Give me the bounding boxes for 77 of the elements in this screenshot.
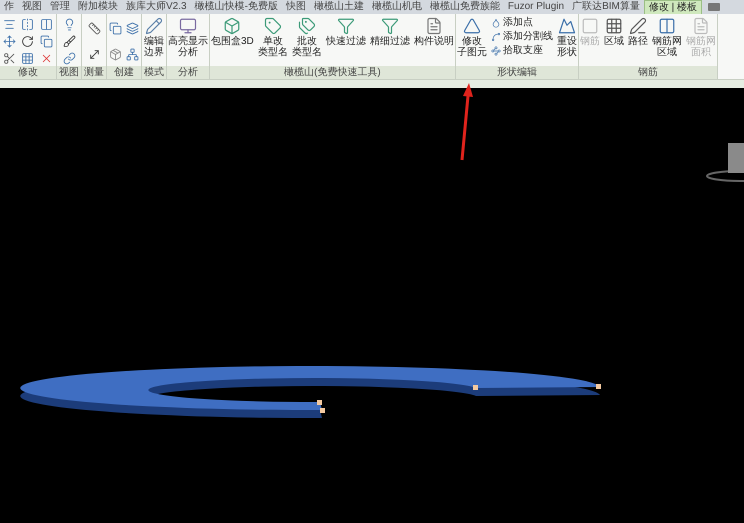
network-icon — [126, 48, 139, 61]
ribbon-tool[interactable]: 钢筋网 区域 — [652, 17, 682, 58]
panel-title: 模式 — [142, 66, 166, 79]
ribbon-tab[interactable]: Fuzor Plugin — [504, 0, 568, 14]
tag-icon — [264, 17, 282, 35]
ribbon-icon-button[interactable] — [2, 52, 16, 66]
brush-icon — [62, 34, 76, 48]
mountain-icon — [558, 17, 576, 35]
panel-title: 修改 — [0, 66, 56, 79]
ribbon-tool[interactable]: 添加分割线 — [490, 31, 553, 43]
panel-title: 形状编辑 — [456, 66, 578, 79]
ribbon-icon-button[interactable] — [62, 34, 76, 49]
funnel-icon — [336, 17, 355, 35]
link-icon — [62, 52, 76, 66]
package-icon — [109, 48, 122, 61]
panel-title: 橄榄山(免费快速工具) — [210, 66, 455, 79]
view-cube-drawing — [706, 143, 744, 182]
panel-title: 视图 — [57, 66, 81, 79]
panel-title: 测量 — [82, 66, 106, 79]
ribbon-tool[interactable]: 区域 — [604, 17, 624, 47]
ribbon-tool[interactable]: 高亮显示 分析 — [168, 17, 208, 58]
ribbon-tool[interactable]: 快速过滤 — [326, 17, 366, 47]
ribbon-tab[interactable]: 修改 | 楼板 — [644, 0, 702, 14]
waypoints-icon — [490, 46, 501, 56]
ribbon-tool[interactable]: 单改 类型名 — [258, 17, 288, 58]
rotate-icon — [21, 34, 34, 48]
ribbon-tab[interactable]: 橄榄山快模-免费版 — [190, 0, 282, 14]
square-icon — [580, 17, 599, 35]
ruler-icon — [88, 22, 100, 35]
copy-icon — [40, 34, 54, 48]
document-icon — [424, 17, 443, 35]
triangle-icon — [462, 17, 481, 35]
sheet-icon — [692, 17, 710, 35]
split-icon — [40, 18, 54, 31]
ribbon-tab[interactable]: 快图 — [282, 0, 310, 14]
ribbon-tab[interactable]: 族库大师V2.3 — [122, 0, 191, 14]
panel-title: 分析 — [167, 66, 209, 79]
cube-icon — [223, 17, 242, 35]
tags-icon — [298, 17, 316, 35]
ribbon-tool[interactable]: 路径 — [628, 17, 648, 47]
ribbon-tool[interactable]: 拾取支座 — [490, 45, 553, 57]
ribbon-tool[interactable]: 添加点 — [490, 17, 553, 29]
monitor-icon — [179, 17, 197, 35]
ribbon-tool[interactable]: 修改 子图元 — [456, 17, 487, 58]
panel-title: 创建 — [107, 66, 141, 79]
ribbon-tool[interactable]: 批改 类型名 — [292, 17, 322, 58]
path-icon — [628, 17, 647, 35]
mirror-icon — [21, 18, 34, 31]
panel-toggle-icon[interactable] — [708, 3, 720, 11]
copy-icon — [109, 22, 122, 35]
ribbon-tool[interactable]: 包围盒3D — [211, 17, 254, 47]
layers-icon — [126, 22, 139, 35]
ribbon-tool[interactable]: 编辑 边界 — [144, 17, 164, 58]
array-icon — [21, 52, 34, 66]
ribbon-tool[interactable]: 重设 形状 — [556, 17, 577, 58]
mesh-icon — [658, 17, 676, 35]
droplet-icon — [490, 18, 501, 28]
pencil-icon — [145, 17, 163, 35]
panel-title: 钢筋 — [578, 66, 717, 79]
grid-icon — [604, 17, 623, 35]
ribbon-tab[interactable]: 橄榄山机电 — [368, 0, 426, 14]
funnel-icon — [380, 17, 399, 35]
ribbon-tab[interactable]: 管理 — [46, 0, 74, 14]
ribbon-tool[interactable]: 精细过滤 — [370, 17, 410, 47]
ribbon-tab[interactable]: 广联达BIM算量 — [568, 0, 644, 14]
ribbon-tab[interactable]: 橄榄山免费族能 — [426, 0, 504, 14]
align-icon — [2, 18, 16, 31]
ribbon-tab[interactable]: 视图 — [18, 0, 46, 14]
ribbon-icon-button[interactable] — [21, 34, 34, 49]
ribbon-tab[interactable]: 作 — [0, 0, 18, 14]
scissors-icon — [2, 52, 16, 66]
ribbon-tab[interactable]: 附加模块 — [74, 0, 122, 14]
move-icon — [2, 34, 16, 48]
ribbon-tab[interactable]: 橄榄山土建 — [310, 0, 368, 14]
dimension-icon — [88, 48, 100, 61]
ribbon-tool[interactable]: 构件说明 — [414, 17, 454, 47]
spline-icon — [490, 32, 501, 42]
